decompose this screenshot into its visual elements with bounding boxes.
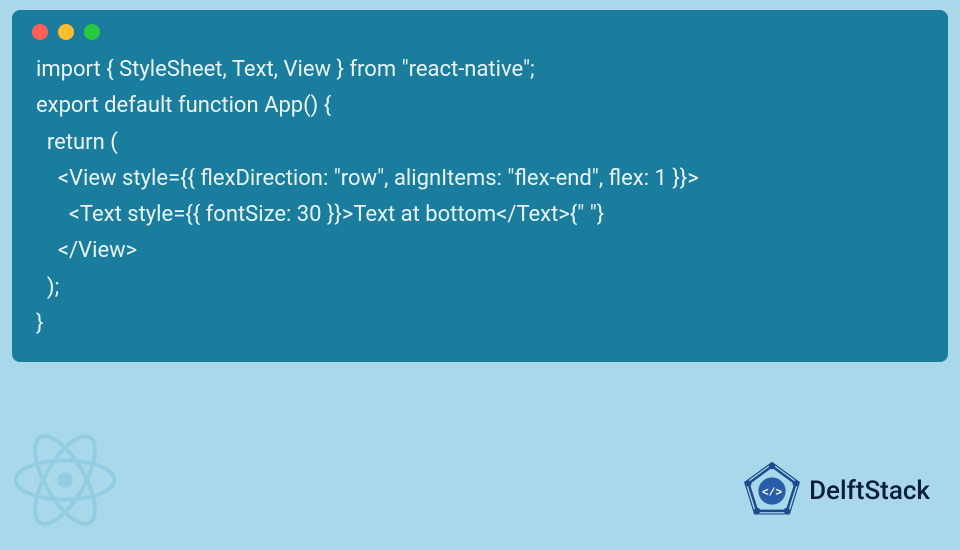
brand-name: DelftStack [809,476,930,506]
code-line: <Text style={{ fontSize: 30 }}>Text at b… [36,202,604,227]
window-titlebar [14,12,946,48]
close-icon[interactable] [32,24,48,40]
react-watermark-icon [0,420,130,540]
code-line: ); [36,275,59,300]
brand-logo-icon: </> [741,460,803,522]
code-line: return ( [36,130,118,155]
code-line: <View style={{ flexDirection: "row", ali… [36,166,699,191]
maximize-icon[interactable] [84,24,100,40]
brand: </> DelftStack [741,460,930,522]
svg-text:</>: </> [762,487,782,499]
code-line: export default function App() { [36,93,331,118]
code-window: import { StyleSheet, Text, View } from "… [12,10,948,362]
code-line: } [36,311,43,336]
code-line: </View> [36,238,137,263]
minimize-icon[interactable] [58,24,74,40]
code-line: import { StyleSheet, Text, View } from "… [36,57,535,82]
code-content: import { StyleSheet, Text, View } from "… [14,48,946,360]
